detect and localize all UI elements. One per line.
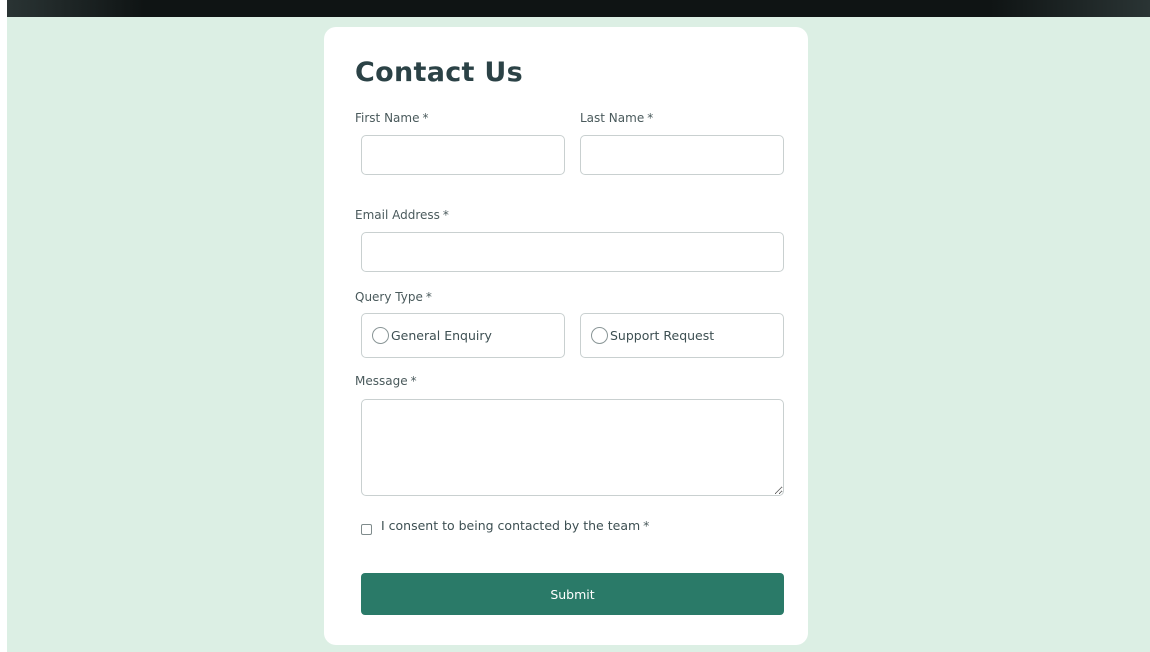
radio-circle-icon[interactable]: [591, 327, 608, 344]
last-name-label-text: Last Name: [580, 111, 645, 125]
radio-label-support-request: Support Request: [610, 328, 715, 343]
radio-option-general-enquiry[interactable]: General Enquiry: [361, 313, 565, 358]
radio-option-support-request[interactable]: Support Request: [580, 313, 784, 358]
first-name-label-text: First Name: [355, 111, 420, 125]
email-input[interactable]: [361, 232, 784, 272]
submit-button[interactable]: Submit: [361, 573, 784, 615]
contact-form-card: Contact Us First Name * Last Name * Email …: [324, 27, 808, 645]
radio-label-general-enquiry: General Enquiry: [391, 328, 492, 343]
required-marker: *: [422, 111, 429, 125]
email-label: Email Address *: [355, 208, 449, 222]
required-marker: *: [647, 111, 654, 125]
last-name-input[interactable]: [580, 135, 784, 175]
form-title: Contact Us: [355, 57, 524, 88]
required-marker: *: [410, 374, 417, 388]
query-type-label: Query Type *: [355, 290, 432, 304]
message-textarea[interactable]: [361, 399, 784, 496]
consent-label-text: I consent to being contacted by the team: [381, 518, 641, 533]
query-type-label-text: Query Type: [355, 290, 423, 304]
required-marker: *: [442, 208, 449, 222]
radio-circle-icon[interactable]: [372, 327, 389, 344]
consent-label: I consent to being contacted by the team…: [381, 518, 649, 533]
message-label-text: Message: [355, 374, 408, 388]
required-marker: *: [643, 518, 650, 533]
email-label-text: Email Address: [355, 208, 440, 222]
first-name-input[interactable]: [361, 135, 565, 175]
required-marker: *: [425, 290, 432, 304]
last-name-label: Last Name *: [580, 111, 653, 125]
top-bar: [7, 0, 1150, 17]
consent-checkbox[interactable]: [361, 524, 372, 535]
page-background: Contact Us First Name * Last Name * Email …: [7, 0, 1150, 652]
first-name-label: First Name *: [355, 111, 428, 125]
message-label: Message *: [355, 374, 417, 388]
